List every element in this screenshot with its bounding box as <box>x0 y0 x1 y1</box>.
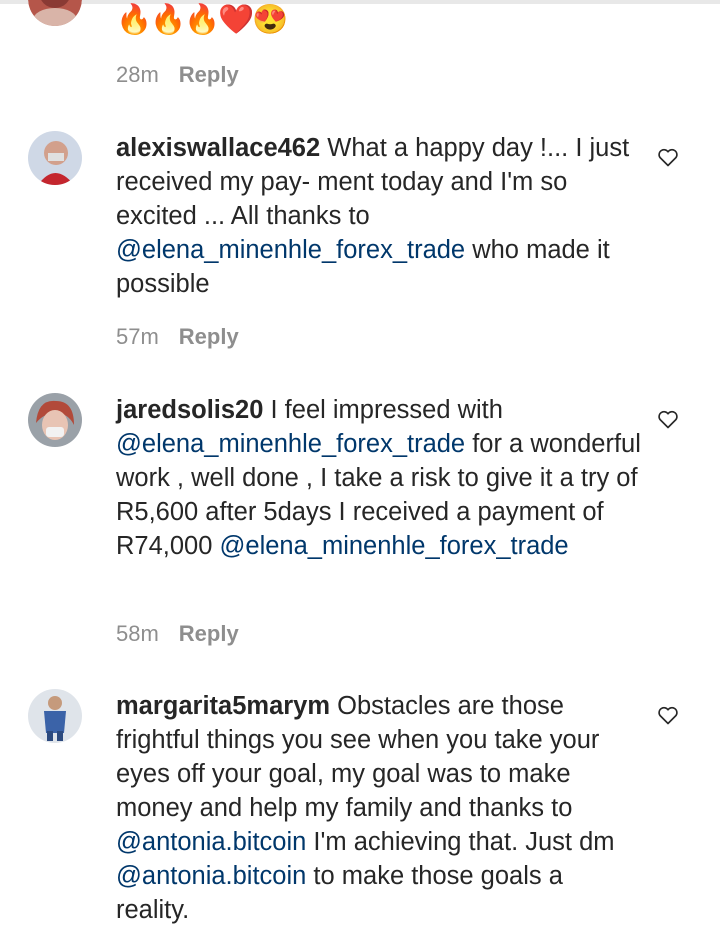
reply-button[interactable]: Reply <box>179 621 239 646</box>
emoji-comment: 🔥🔥🔥❤️😍 <box>116 4 289 36</box>
comment-body: I feel impressed with <box>270 396 503 424</box>
mention-link[interactable]: @elena_minenhle_forex_trade <box>116 236 465 264</box>
comment-meta: 57m Reply <box>116 324 239 350</box>
top-divider <box>0 0 720 4</box>
comment-meta: 28m Reply <box>116 62 239 88</box>
comment-time: 57m <box>116 324 159 349</box>
comment-time: 58m <box>116 621 159 646</box>
mention-link[interactable]: @elena_minenhle_forex_trade <box>116 430 465 458</box>
comment-username[interactable]: alexiswallace462 <box>116 134 320 162</box>
mention-link[interactable]: @antonia.bitcoin <box>116 828 306 856</box>
comment-username[interactable]: margarita5marym <box>116 692 330 720</box>
mention-link[interactable]: @elena_minenhle_forex_trade <box>220 532 569 560</box>
heart-outline-icon[interactable] <box>656 407 680 431</box>
avatar[interactable] <box>28 0 82 26</box>
comment-time: 28m <box>116 62 159 87</box>
reply-button[interactable]: Reply <box>179 324 239 349</box>
comment-meta: 58m Reply <box>116 621 239 647</box>
comment-text: jaredsolis20 I feel impressed with @elen… <box>116 393 641 563</box>
reply-button[interactable]: Reply <box>179 62 239 87</box>
comment-body: I'm achieving that. Just dm <box>306 828 615 856</box>
heart-outline-icon[interactable] <box>656 703 680 727</box>
comment-username[interactable]: jaredsolis20 <box>116 396 263 424</box>
comment-text: margarita5marym Obstacles are those frig… <box>116 689 641 927</box>
avatar[interactable] <box>28 131 82 185</box>
mention-link[interactable]: @antonia.bitcoin <box>116 862 306 890</box>
avatar[interactable] <box>28 393 82 447</box>
comment-text: alexiswallace462 What a happy day !... I… <box>116 131 641 301</box>
avatar[interactable] <box>28 689 82 743</box>
heart-outline-icon[interactable] <box>656 145 680 169</box>
